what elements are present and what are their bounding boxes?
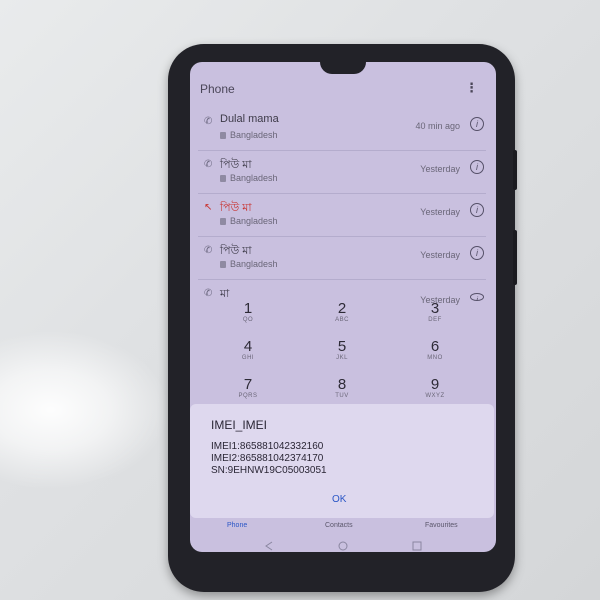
sim-icon <box>220 132 226 140</box>
call-time: Yesterday <box>420 164 460 174</box>
missed-call-icon: ↖ <box>204 202 213 213</box>
sim-icon <box>220 175 226 183</box>
key-4[interactable]: 4 GHI <box>208 338 288 361</box>
call-time: Yesterday <box>420 250 460 260</box>
recents-icon <box>412 541 422 551</box>
key-digit: 4 <box>243 338 253 355</box>
bottom-tab-bar: Phone Contacts Favourites <box>190 522 496 540</box>
call-log-item[interactable]: ✆ মা Yesterday i <box>198 280 486 305</box>
volume-button <box>513 150 517 190</box>
key-letters: MNO <box>427 355 443 361</box>
key-letters: GHI <box>241 355 255 361</box>
sim-icon <box>220 261 226 269</box>
key-letters: ABC <box>335 317 349 323</box>
tab-contacts[interactable]: Contacts <box>325 522 353 529</box>
key-5[interactable]: 5 JKL <box>302 338 382 361</box>
imei1-text: IMEI1:865881042332160 <box>211 441 324 452</box>
key-digit: 6 <box>430 338 440 355</box>
call-location: Bangladesh <box>220 130 278 140</box>
outgoing-call-icon: ✆ <box>204 159 213 170</box>
info-icon[interactable]: i <box>470 160 484 174</box>
camera-notch <box>320 62 366 74</box>
call-log-list: ✆ Dulal mama Bangladesh 40 min ago i ✆ প… <box>190 108 496 305</box>
key-letters: PQRS <box>238 393 258 399</box>
key-7[interactable]: 7 PQRS <box>208 376 288 399</box>
key-digit: 3 <box>430 300 440 317</box>
imei-dialog: IMEI_IMEI IMEI1:865881042332160 IMEI2:86… <box>190 404 494 518</box>
power-button <box>513 230 517 285</box>
key-2[interactable]: 2 ABC <box>302 300 382 323</box>
incoming-call-icon: ✆ <box>204 288 213 299</box>
app-title: Phone <box>200 82 235 96</box>
location-label: Bangladesh <box>230 216 278 226</box>
tab-phone[interactable]: Phone <box>227 522 247 529</box>
key-letters: TUV <box>335 393 349 399</box>
info-icon[interactable]: i <box>470 246 484 260</box>
call-location: Bangladesh <box>220 173 278 183</box>
key-digit: 7 <box>243 376 253 393</box>
tab-favourites[interactable]: Favourites <box>425 522 458 529</box>
outgoing-call-icon: ✆ <box>204 245 213 256</box>
key-digit: 1 <box>243 300 253 317</box>
light-glare <box>0 330 170 490</box>
key-letters: WXYZ <box>425 393 445 399</box>
key-1[interactable]: 1 QO <box>208 300 288 323</box>
key-8[interactable]: 8 TUV <box>302 376 382 399</box>
contact-name: Dulal mama <box>220 113 279 125</box>
incoming-call-icon: ✆ <box>204 116 213 127</box>
key-digit: 5 <box>337 338 347 355</box>
back-icon <box>265 541 273 551</box>
call-time: 40 min ago <box>415 121 460 131</box>
dialog-title: IMEI_IMEI <box>211 418 268 432</box>
system-nav-bar <box>265 541 422 551</box>
call-location: Bangladesh <box>220 259 278 269</box>
info-icon[interactable]: i <box>470 117 484 131</box>
location-label: Bangladesh <box>230 130 278 140</box>
serial-number-text: SN:9EHNW19C05003051 <box>211 465 327 476</box>
call-log-item[interactable]: ✆ পিউ মা Bangladesh Yesterday i <box>198 237 486 280</box>
key-9[interactable]: 9 WXYZ <box>395 376 475 399</box>
info-icon[interactable]: i <box>470 203 484 217</box>
call-location: Bangladesh <box>220 216 278 226</box>
key-digit: 2 <box>337 300 347 317</box>
key-digit: 8 <box>337 376 347 393</box>
ok-button[interactable]: OK <box>332 494 346 505</box>
imei2-text: IMEI2:865881042374170 <box>211 453 324 464</box>
key-digit: 9 <box>430 376 440 393</box>
call-log-item[interactable]: ✆ পিউ মা Bangladesh Yesterday i <box>198 151 486 194</box>
home-icon <box>338 541 348 551</box>
dialog-content: IMEI1:865881042332160 IMEI2:865881042374… <box>211 441 327 477</box>
call-log-item[interactable]: ↖ পিউ মা Bangladesh Yesterday i <box>198 194 486 237</box>
more-vert-icon[interactable]: ⋮ <box>465 80 478 96</box>
key-letters: DEF <box>428 317 442 323</box>
key-6[interactable]: 6 MNO <box>395 338 475 361</box>
key-3[interactable]: 3 DEF <box>395 300 475 323</box>
location-label: Bangladesh <box>230 259 278 269</box>
call-time: Yesterday <box>420 207 460 217</box>
key-letters: QO <box>242 317 254 323</box>
location-label: Bangladesh <box>230 173 278 183</box>
key-letters: JKL <box>336 355 348 361</box>
call-log-item[interactable]: ✆ Dulal mama Bangladesh 40 min ago i <box>198 108 486 151</box>
sim-icon <box>220 218 226 226</box>
